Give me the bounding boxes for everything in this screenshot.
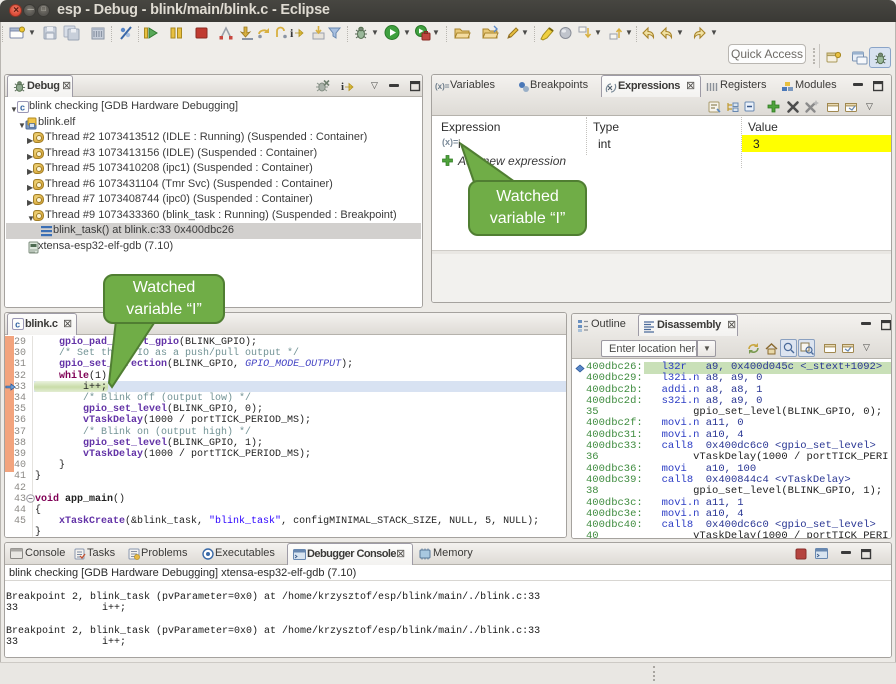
svg-text:c: c <box>15 320 20 330</box>
svg-text:c: c <box>20 103 25 113</box>
svg-text:i: i <box>341 81 344 93</box>
svg-text:i: i <box>290 26 294 40</box>
